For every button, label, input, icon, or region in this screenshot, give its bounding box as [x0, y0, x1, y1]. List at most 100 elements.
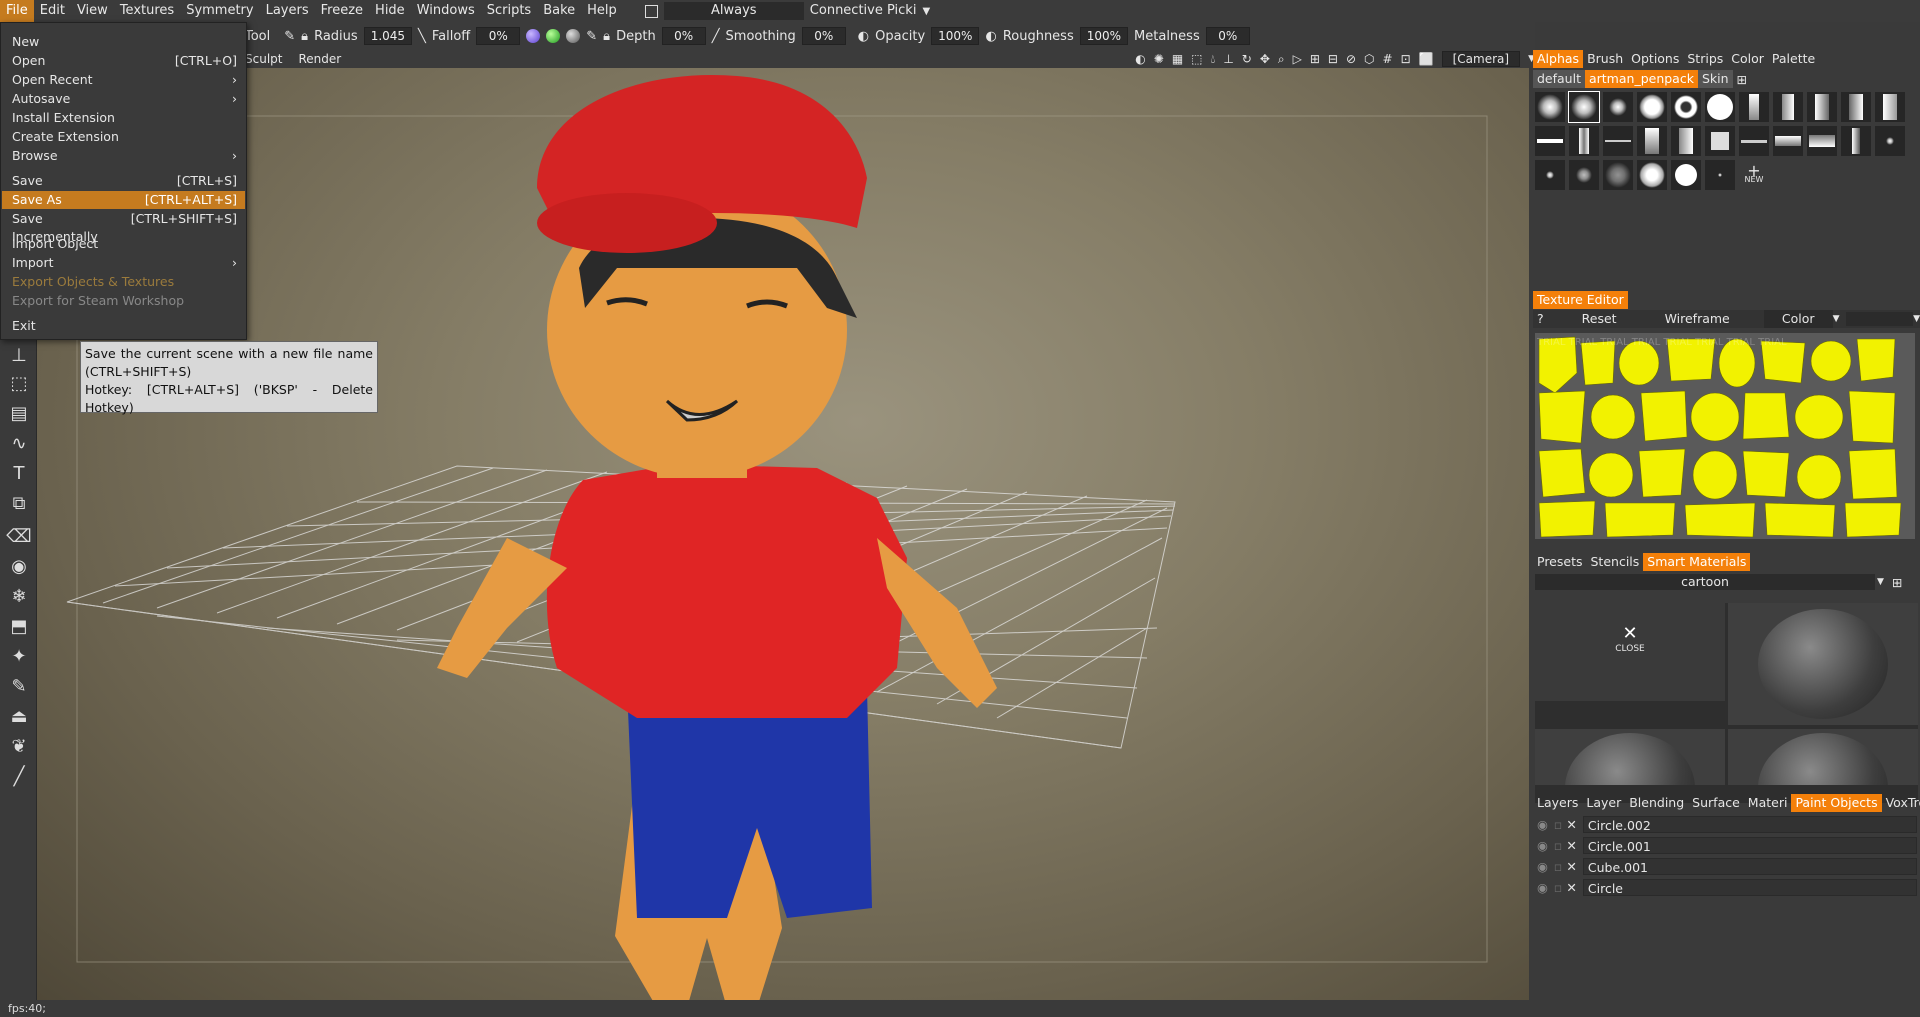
tab-render[interactable]: Render — [298, 52, 341, 66]
alpha-thumb[interactable] — [1603, 160, 1633, 190]
material-thumb[interactable] — [1728, 729, 1918, 785]
drop-icon[interactable]: 💧︎ — [1211, 52, 1216, 67]
tab-blending[interactable]: Blending — [1625, 794, 1688, 812]
alpha-set-skin[interactable]: Skin — [1697, 70, 1733, 88]
material-thumb[interactable] — [1535, 729, 1725, 785]
eye-icon[interactable]: ◉ — [1537, 838, 1548, 853]
stamp-tool-icon[interactable]: ⊥ — [6, 344, 32, 368]
object-name[interactable]: Circle.001 — [1582, 836, 1917, 854]
new-alpha-button[interactable]: + NEW — [1739, 160, 1769, 190]
tab-options[interactable]: Options — [1627, 50, 1683, 68]
alpha-thumb[interactable] — [1569, 160, 1599, 190]
radius-field[interactable]: 1.045 — [363, 27, 413, 45]
lock-icon[interactable]: ▫ — [1554, 817, 1562, 832]
all-icon[interactable]: ⊞ — [1310, 52, 1320, 66]
iron-tool-icon[interactable]: ⏏ — [6, 705, 32, 729]
alpha-thumb[interactable] — [1875, 126, 1905, 156]
alpha-thumb[interactable] — [1739, 126, 1769, 156]
close-icon[interactable]: ✕ — [1566, 880, 1576, 895]
purple-sphere-icon[interactable] — [526, 29, 541, 43]
menu-item-new[interactable]: New — [2, 33, 245, 51]
alpha-set-artman-penpack[interactable]: artman_penpack — [1584, 70, 1698, 88]
menu-item-export-steam-workshop[interactable]: Export for Steam Workshop — [2, 292, 245, 310]
eye-icon[interactable]: ◉ — [1537, 859, 1548, 874]
alpha-thumb[interactable] — [1535, 160, 1565, 190]
tab-smart-materials[interactable]: Smart Materials — [1643, 553, 1751, 571]
cube-icon[interactable]: ⬡ — [1364, 52, 1374, 66]
alpha-thumb[interactable] — [1637, 92, 1667, 122]
tab-alphas[interactable]: Alphas — [1533, 50, 1584, 68]
tab-brush[interactable]: Brush — [1583, 50, 1627, 68]
alpha-set-default[interactable]: default — [1533, 70, 1585, 88]
object-name[interactable]: Circle.002 — [1582, 815, 1917, 833]
menu-item-browse[interactable]: Browse › — [2, 147, 245, 165]
menu-item-open-recent[interactable]: Open Recent › — [2, 71, 245, 89]
object-name[interactable]: Circle — [1582, 878, 1917, 896]
text-tool-icon[interactable]: T — [6, 462, 32, 486]
fullscreen-icon[interactable]: ⬜ — [1419, 52, 1434, 66]
rotate-icon[interactable]: ↻ — [1242, 52, 1252, 66]
green-sphere-icon[interactable] — [546, 29, 561, 43]
alpha-thumb[interactable] — [1671, 92, 1701, 122]
clone-tool-icon[interactable]: ⧉ — [6, 492, 32, 516]
depth-field[interactable]: 0% — [661, 27, 706, 45]
close-icon[interactable]: ✕ — [1566, 859, 1576, 874]
menu-layers[interactable]: Layers — [260, 0, 315, 22]
alpha-thumb[interactable] — [1841, 92, 1871, 122]
move-icon[interactable]: ✥ — [1260, 52, 1270, 66]
light-icon[interactable]: ✺ — [1154, 52, 1164, 66]
tab-layers[interactable]: Layers — [1533, 794, 1582, 812]
tab-color[interactable]: Color — [1727, 50, 1768, 68]
ruler-icon[interactable]: ╱ — [6, 765, 32, 789]
menu-symmetry[interactable]: Symmetry — [180, 0, 259, 22]
object-row[interactable]: ◉ ▫ ✕ Cube.001 — [1537, 857, 1917, 875]
metalness-field[interactable]: 0% — [1205, 27, 1250, 45]
alpha-thumb[interactable] — [1705, 126, 1735, 156]
freeze-icon[interactable]: ❄ — [6, 585, 32, 609]
eye-icon[interactable]: ◉ — [1537, 817, 1548, 832]
object-name[interactable]: Cube.001 — [1582, 857, 1917, 875]
smoothing-field[interactable]: 0% — [801, 27, 846, 45]
lock-icon[interactable]: ▫ — [1554, 880, 1562, 895]
tab-presets[interactable]: Presets — [1533, 553, 1587, 571]
menu-item-create-extension[interactable]: Create Extension — [2, 128, 245, 146]
alpha-thumb[interactable] — [1671, 160, 1701, 190]
lock-icon[interactable]: ▫ — [1554, 859, 1562, 874]
close-icon[interactable]: ✕ — [1566, 817, 1576, 832]
add-folder-icon[interactable]: ⊞ — [1892, 575, 1902, 590]
alpha-thumb[interactable] — [1569, 126, 1599, 156]
texture-editor-title[interactable]: Texture Editor — [1533, 291, 1628, 309]
opacity-field[interactable]: 100% — [931, 27, 980, 45]
alpha-thumb[interactable] — [1603, 126, 1633, 156]
alpha-thumb[interactable] — [1568, 91, 1600, 123]
connective-picking-dropdown[interactable]: Connective Picki — [804, 0, 923, 22]
materials-folder-select[interactable]: cartoon — [1535, 574, 1875, 590]
tab-stencils[interactable]: Stencils — [1587, 553, 1644, 571]
pivot-icon[interactable]: ⊥ — [1223, 52, 1233, 66]
alpha-thumb[interactable] — [1535, 126, 1565, 156]
alpha-thumb[interactable] — [1739, 92, 1769, 122]
image-icon[interactable]: ▦ — [1172, 52, 1183, 66]
menu-edit[interactable]: Edit — [34, 0, 71, 22]
fill-tool-icon[interactable]: ▤ — [6, 402, 32, 426]
menu-hide[interactable]: Hide — [369, 0, 411, 22]
chevron-down-icon[interactable]: ▼ — [1877, 577, 1884, 587]
eraser-tool-icon[interactable]: ⌫ — [6, 525, 32, 549]
screenshot-icon[interactable]: ⊡ — [1401, 52, 1411, 66]
alpha-thumb[interactable] — [1875, 92, 1905, 122]
menu-item-import-object[interactable]: Import Object — [2, 235, 245, 253]
menu-item-import[interactable]: Import › — [2, 254, 245, 272]
brush-stroke-icon[interactable]: ╲ — [418, 29, 426, 44]
uv-texture-preview[interactable]: TRIAL TRIAL TRIAL TRIAL TRIAL TRIAL TRIA… — [1535, 333, 1915, 539]
lock-icon[interactable]: 🔒︎ — [301, 29, 308, 44]
wireframe-button[interactable]: Wireframe — [1661, 310, 1734, 328]
alpha-thumb[interactable] — [1637, 160, 1667, 190]
curve-tool-icon[interactable]: ∿ — [6, 432, 32, 456]
roughness-field[interactable]: 100% — [1079, 27, 1129, 45]
butterfly-icon[interactable]: ❦ — [6, 735, 32, 759]
eye-icon[interactable]: ◉ — [6, 555, 32, 579]
menu-item-exit[interactable]: Exit — [2, 317, 245, 335]
magic-wand-icon[interactable]: ✦ — [6, 645, 32, 669]
tab-surface[interactable]: Surface — [1688, 794, 1744, 812]
play-icon[interactable]: ▷ — [1293, 52, 1302, 66]
